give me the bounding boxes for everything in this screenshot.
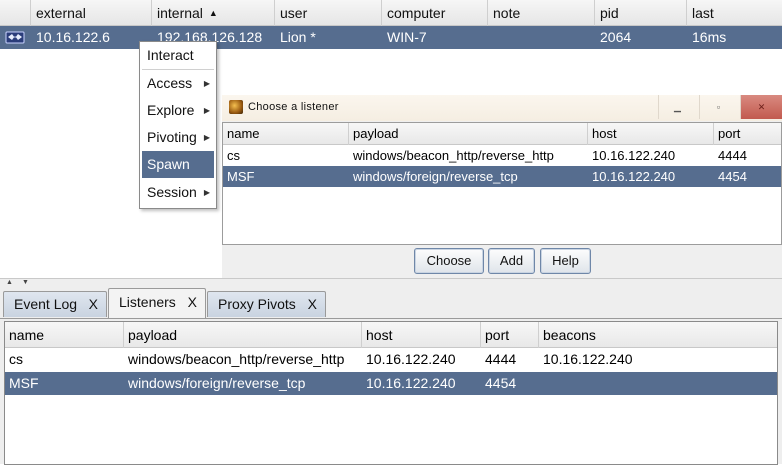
submenu-arrow-icon: ▶ (203, 188, 210, 197)
listeners-column-payload[interactable]: payload (124, 322, 362, 348)
column-header-last[interactable]: last (687, 0, 782, 26)
cobalt-strike-icon (229, 100, 243, 114)
column-header-note[interactable]: note (488, 0, 595, 26)
listener-beacons (539, 372, 777, 395)
tab-event-log[interactable]: Event Log X (3, 291, 107, 317)
submenu-arrow-icon: ▶ (203, 106, 210, 115)
dialog-listener-payload: windows/foreign/reverse_tcp (353, 169, 518, 184)
column-header-pid[interactable]: pid (595, 0, 687, 26)
dialog-listener-port: 4444 (718, 148, 747, 163)
session-computer: WIN-7 (387, 29, 427, 45)
sessions-table-header: external internal ▲ user computer note pi… (0, 0, 782, 26)
menu-item-access[interactable]: Access ▶ (142, 70, 214, 97)
session-note (488, 26, 595, 49)
column-header-internal-label: internal (157, 5, 203, 21)
listeners-table: name payload host port beacons cs window… (4, 321, 778, 465)
listener-port: 4444 (485, 351, 517, 367)
menu-item-interact[interactable]: Interact (142, 42, 214, 69)
listener-name: cs (9, 351, 23, 367)
listener-name: MSF (9, 375, 39, 391)
close-button[interactable]: ✕ (740, 95, 782, 119)
tab-label: Listeners (119, 294, 176, 310)
menu-item-spawn[interactable]: Spawn (142, 151, 214, 178)
sort-ascending-icon: ▲ (208, 8, 218, 18)
dialog-listener-payload: windows/beacon_http/reverse_http (353, 148, 554, 163)
session-last: 16ms (692, 29, 727, 45)
listener-beacons: 10.16.122.240 (543, 351, 633, 367)
session-external: 10.16.122.6 (36, 29, 110, 45)
session-user: Lion * (280, 29, 316, 45)
help-button[interactable]: Help (540, 248, 591, 274)
menu-item-pivoting[interactable]: Pivoting ▶ (142, 124, 214, 151)
menu-item-explore[interactable]: Explore ▶ (142, 97, 214, 124)
listeners-table-header: name payload host port beacons (5, 322, 777, 348)
dialog-titlebar[interactable]: Choose a listener ▁ ▫ ✕ (222, 95, 782, 121)
listener-choice-table-header: name payload host port (223, 123, 781, 145)
dialog-title: Choose a listener (248, 101, 339, 113)
tab-proxy-pivots[interactable]: Proxy Pivots X (207, 291, 326, 317)
choose-button[interactable]: Choose (414, 248, 484, 274)
dialog-column-payload[interactable]: payload (349, 123, 588, 145)
listener-row[interactable]: cs windows/beacon_http/reverse_http 10.1… (5, 348, 777, 371)
panel-splitter[interactable]: ▲ ▼ (0, 278, 782, 286)
menu-item-label: Pivoting (147, 129, 197, 145)
dialog-listener-host: 10.16.122.240 (592, 148, 676, 163)
listener-payload: windows/beacon_http/reverse_http (128, 351, 345, 367)
listener-port: 4454 (485, 375, 517, 391)
submenu-arrow-icon: ▶ (203, 79, 210, 88)
submenu-arrow-icon: ▶ (203, 133, 210, 142)
menu-item-label: Explore (147, 102, 195, 118)
column-header-user[interactable]: user (275, 0, 382, 26)
listeners-column-name[interactable]: name (5, 322, 124, 348)
menu-item-label: Access (147, 75, 193, 91)
minimize-button[interactable]: ▁ (658, 95, 696, 119)
dialog-listener-port: 4454 (718, 169, 747, 184)
listener-payload: windows/foreign/reverse_tcp (128, 375, 306, 391)
tab-label: Event Log (14, 296, 78, 312)
listeners-column-port[interactable]: port (481, 322, 539, 348)
maximize-button[interactable]: ▫ (699, 95, 737, 119)
listener-host: 10.16.122.240 (366, 375, 456, 391)
dialog-listener-host: 10.16.122.240 (592, 169, 676, 184)
dialog-column-host[interactable]: host (588, 123, 714, 145)
dialog-listener-name: cs (227, 148, 240, 163)
tab-strip: Event Log X Listeners X Proxy Pivots X (0, 286, 782, 318)
tab-label: Proxy Pivots (218, 296, 296, 312)
menu-item-label: Interact (147, 47, 194, 63)
session-pid: 2064 (600, 29, 632, 45)
listener-host: 10.16.122.240 (366, 351, 456, 367)
column-header-external[interactable]: external (31, 0, 152, 26)
column-header-icon[interactable] (0, 0, 31, 26)
column-header-internal[interactable]: internal ▲ (152, 0, 275, 26)
listeners-column-beacons[interactable]: beacons (539, 322, 777, 348)
tab-listeners[interactable]: Listeners X (108, 288, 206, 318)
dialog-column-port[interactable]: port (714, 123, 781, 145)
dialog-listener-row-selected[interactable]: MSF windows/foreign/reverse_tcp 10.16.12… (223, 166, 781, 187)
close-tab-icon[interactable]: X (188, 289, 197, 315)
listeners-panel: name payload host port beacons cs window… (0, 318, 782, 465)
close-tab-icon[interactable]: X (89, 292, 98, 316)
column-header-computer[interactable]: computer (382, 0, 488, 26)
dialog-listener-name: MSF (227, 169, 255, 184)
menu-item-label: Session (147, 184, 197, 200)
listeners-column-host[interactable]: host (362, 322, 481, 348)
close-tab-icon[interactable]: X (308, 292, 317, 316)
beacon-session-icon (3, 26, 29, 49)
session-context-menu: Interact Access ▶ Explore ▶ Pivoting ▶ Spaw… (139, 41, 217, 209)
menu-item-session[interactable]: Session ▶ (142, 179, 214, 206)
listener-row-selected[interactable]: MSF windows/foreign/reverse_tcp 10.16.12… (5, 372, 777, 395)
dialog-listener-row[interactable]: cs windows/beacon_http/reverse_http 10.1… (223, 145, 781, 166)
menu-item-label: Spawn (147, 156, 190, 172)
listener-choice-table: name payload host port cs windows/beacon… (222, 122, 782, 245)
dialog-column-name[interactable]: name (223, 123, 349, 145)
add-button[interactable]: Add (488, 248, 535, 274)
session-row[interactable]: 10.16.122.6 192.168.126.128 Lion * WIN-7… (0, 26, 782, 49)
